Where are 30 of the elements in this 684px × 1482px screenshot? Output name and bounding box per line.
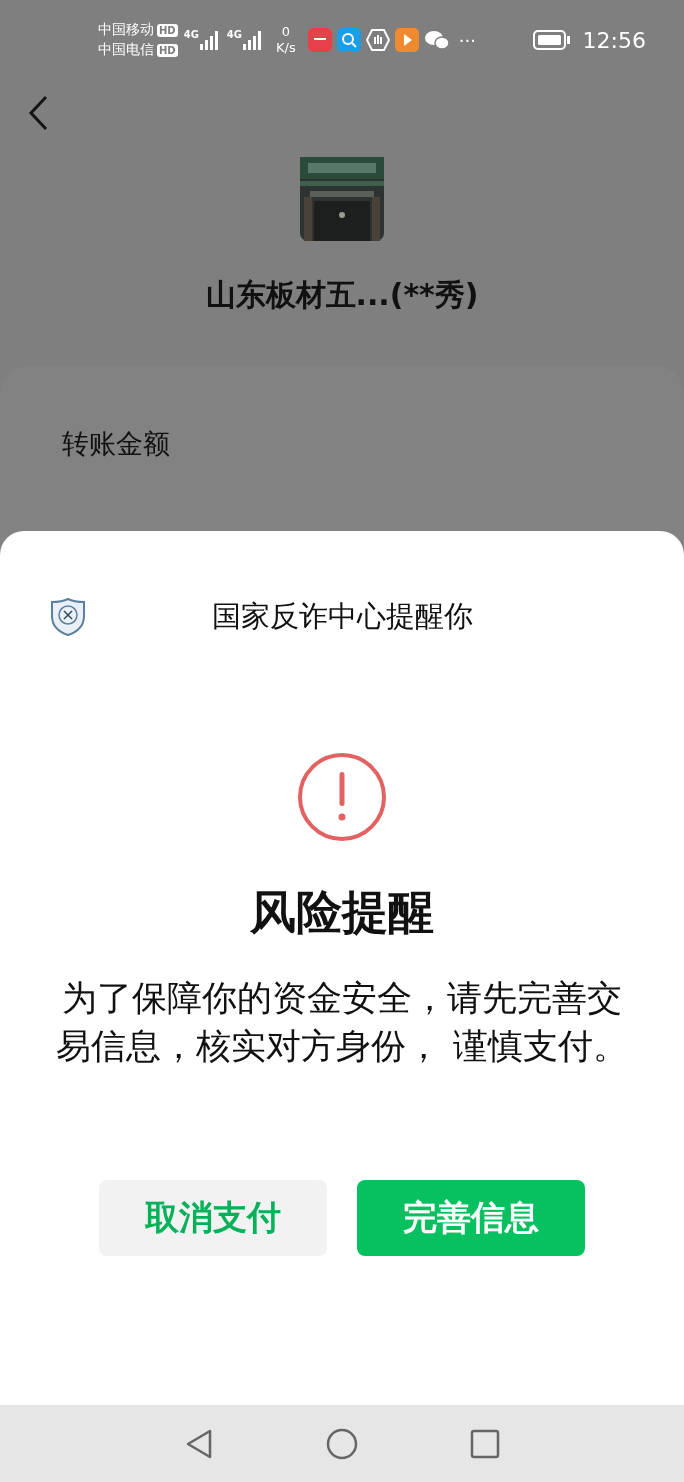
app-icon xyxy=(307,28,332,52)
network-label: 4G xyxy=(183,29,199,40)
cancel-button[interactable]: 取消支付 xyxy=(99,1180,327,1256)
payee-name: 山东板材五...(**秀) xyxy=(205,276,479,314)
carrier-name: 中国电信 xyxy=(98,41,154,59)
speed-unit: K/s xyxy=(276,40,296,56)
network-label: 4G xyxy=(226,29,242,40)
more-indicator: ··· xyxy=(458,29,476,51)
amount-label: 转账金额 xyxy=(62,427,171,461)
alert-source: 国家反诈中心提醒你 xyxy=(211,598,473,635)
shield-emblem-icon xyxy=(50,597,86,637)
warning-icon xyxy=(297,752,387,842)
hd-badge: HD xyxy=(157,43,178,57)
back-nav-icon[interactable] xyxy=(184,1427,214,1460)
hd-badge: HD xyxy=(157,23,178,37)
home-nav-icon[interactable] xyxy=(326,1427,358,1460)
back-icon[interactable] xyxy=(26,94,50,132)
play-app-icon xyxy=(394,28,419,52)
battery-icon xyxy=(532,29,571,51)
alert-title: 风险提醒 xyxy=(250,884,434,941)
signal-icon xyxy=(198,29,221,51)
speed-value: 0 xyxy=(281,24,290,40)
confirm-button[interactable]: 完善信息 xyxy=(357,1180,585,1256)
search-app-icon xyxy=(336,28,361,52)
carrier-name: 中国移动 xyxy=(98,21,154,39)
chat-icon xyxy=(423,28,450,52)
signal-icon xyxy=(242,29,264,51)
alert-message: 为了保障你的资金安全，请先完善交易信息，核实对方身份， 谨慎支付。 xyxy=(55,977,629,1068)
clock-time: 12:56 xyxy=(582,27,646,53)
recents-nav-icon[interactable] xyxy=(470,1428,500,1459)
